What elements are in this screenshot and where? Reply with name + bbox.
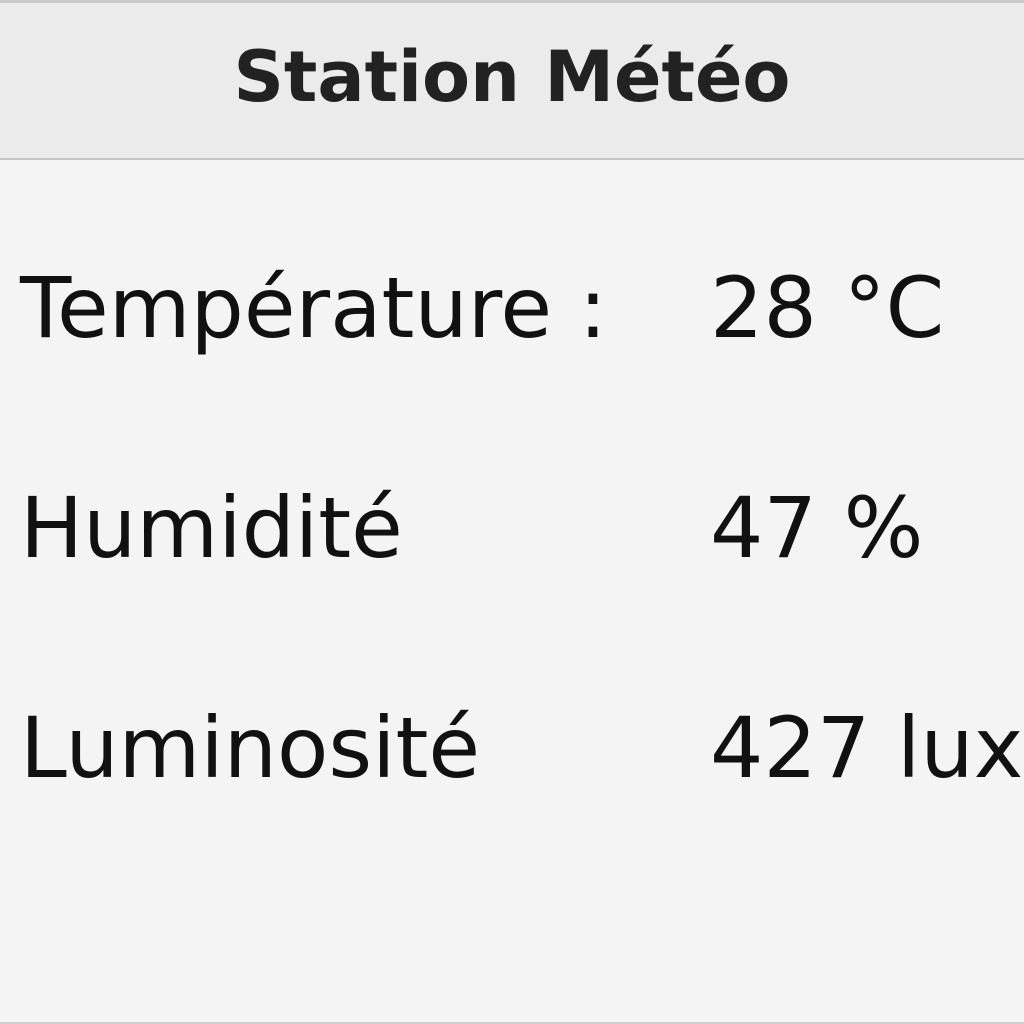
reading-row-luminosity: Luminosité 427 lux bbox=[0, 693, 1024, 803]
weather-station-window: Station Météo Température : 28 °C Humidi… bbox=[0, 0, 1024, 1024]
reading-row-temperature: Température : 28 °C bbox=[0, 253, 1024, 363]
luminosity-label: Luminosité bbox=[20, 699, 481, 797]
luminosity-value: 427 lux bbox=[710, 699, 1024, 797]
page-title: Station Météo bbox=[233, 35, 791, 118]
humidity-value: 47 % bbox=[710, 479, 924, 577]
header-bar: Station Météo bbox=[0, 3, 1024, 160]
reading-row-humidity: Humidité 47 % bbox=[0, 473, 1024, 583]
temperature-value: 28 °C bbox=[710, 259, 945, 357]
temperature-label: Température : bbox=[20, 259, 608, 357]
humidity-label: Humidité bbox=[20, 479, 403, 577]
